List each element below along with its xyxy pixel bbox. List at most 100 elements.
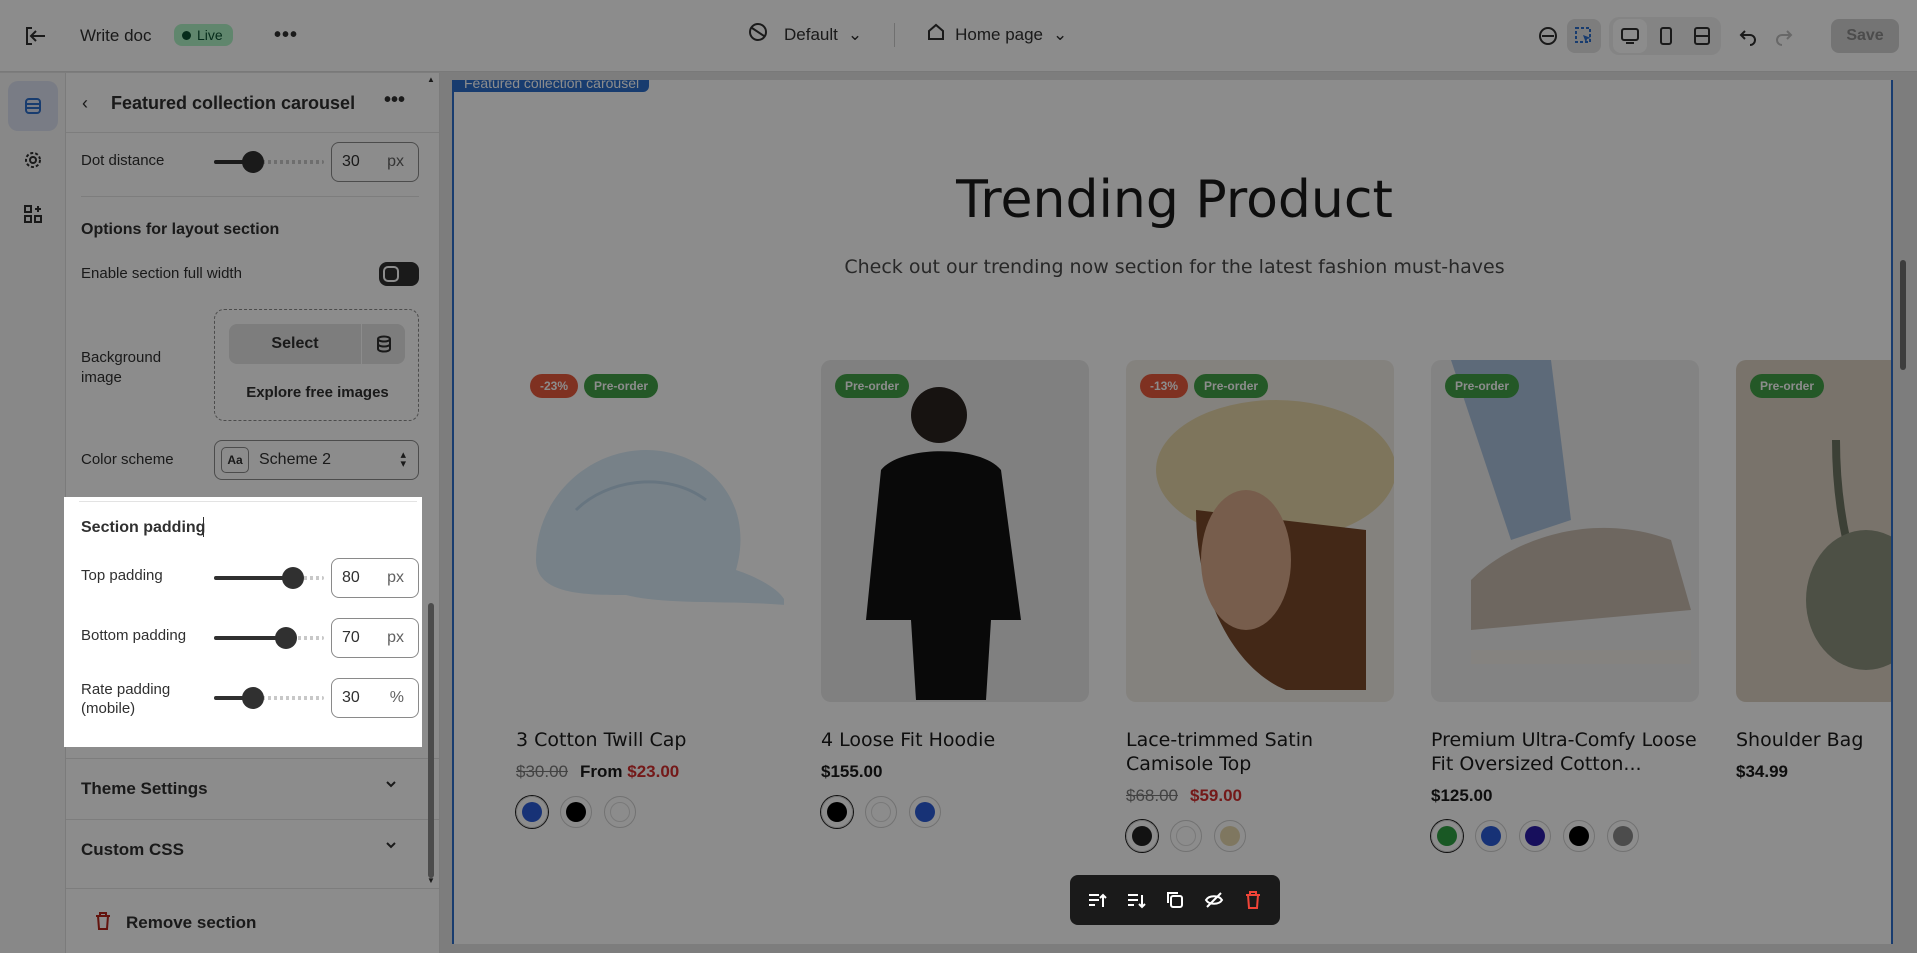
product-card[interactable]: -13% Pre-order Lace-trimmed Satin Camiso… (1126, 360, 1394, 852)
color-swatch[interactable] (1170, 820, 1202, 852)
swatch-color (827, 802, 847, 822)
dot-distance-slider[interactable] (214, 151, 324, 173)
swatch-color (1437, 826, 1457, 846)
product-title[interactable]: 3 Cotton Twill Cap (516, 728, 784, 752)
page-selector[interactable]: Home page ⌄ (955, 25, 1067, 45)
color-swatches (1126, 820, 1394, 852)
color-swatch[interactable] (1563, 820, 1595, 852)
color-swatch[interactable] (909, 796, 941, 828)
fullscreen-view-icon[interactable] (1685, 19, 1719, 53)
exit-icon[interactable] (22, 24, 48, 48)
color-swatch[interactable] (821, 796, 853, 828)
preorder-badge: Pre-order (835, 374, 910, 398)
color-swatch[interactable] (1475, 820, 1507, 852)
product-title[interactable]: Shoulder Bag (1736, 728, 1891, 752)
theme-selector[interactable]: Default ⌄ (784, 25, 862, 45)
move-down-icon[interactable] (1122, 886, 1150, 914)
save-button[interactable]: Save (1831, 19, 1899, 53)
product-card[interactable]: Pre-order Shoulder Bag $34.99 (1736, 360, 1891, 796)
custom-css-accordion[interactable]: Custom CSS (66, 819, 439, 879)
color-swatch[interactable] (1607, 820, 1639, 852)
sale-price: $23.00 (627, 762, 680, 781)
home-icon (927, 23, 945, 46)
redo-icon[interactable] (1767, 19, 1801, 53)
product-card[interactable]: Pre-order Premium Ultra-Comfy Loose Fit … (1431, 360, 1699, 852)
product-title[interactable]: Lace-trimmed Satin Camisole Top (1126, 728, 1394, 776)
product-title[interactable]: Premium Ultra-Comfy Loose Fit Oversized … (1431, 728, 1699, 776)
background-image-picker: Select Explore free images (214, 309, 419, 421)
color-scheme-select[interactable]: Aa Scheme 2 ▴ ▾ (214, 440, 419, 480)
more-actions-icon[interactable]: ••• (274, 24, 298, 47)
product-image[interactable]: -23% Pre-order (516, 360, 784, 702)
product-card[interactable]: -23% Pre-order 3 Cotton Twill Cap $30.00… (516, 360, 784, 828)
product-image[interactable]: Pre-order (1431, 360, 1699, 702)
sale-price: $59.00 (1190, 786, 1242, 805)
full-width-toggle[interactable] (379, 262, 419, 286)
chevron-down-icon: ⌄ (847, 24, 863, 44)
discount-badge: -13% (1140, 374, 1189, 398)
select-element-icon[interactable] (1567, 19, 1601, 53)
inspector-icon[interactable] (1531, 19, 1565, 53)
preorder-badge: Pre-order (1445, 374, 1520, 398)
color-swatches (1431, 820, 1699, 852)
slider-handle[interactable] (241, 151, 264, 173)
settings-gear-icon[interactable] (8, 135, 58, 185)
product-title[interactable]: 4 Loose Fit Hoodie (821, 728, 1089, 752)
swatch-color (1176, 826, 1196, 846)
theme-selector-label: Default (784, 24, 838, 44)
undo-icon[interactable] (1731, 19, 1765, 53)
duplicate-icon[interactable] (1161, 886, 1189, 914)
price-prefix: From (580, 762, 623, 781)
delete-icon[interactable] (1239, 886, 1267, 914)
remove-section-button[interactable]: Remove section (66, 888, 439, 953)
dot-distance-input[interactable]: 30 px (331, 142, 419, 182)
back-arrow-icon[interactable]: ‹ (82, 93, 88, 114)
swatch-color (1220, 826, 1240, 846)
preview-canvas: Featured collection carousel Trending Pr… (452, 80, 1893, 944)
more-options-icon[interactable]: ••• (384, 89, 405, 112)
database-icon[interactable] (361, 324, 405, 364)
product-price: $30.00 From $23.00 (516, 762, 784, 782)
sections-icon[interactable] (8, 81, 58, 131)
section-heading: Trending Product (956, 170, 1393, 230)
section-tag[interactable]: Featured collection carousel (454, 80, 650, 92)
select-image-button[interactable]: Select (229, 324, 405, 364)
product-image[interactable]: Pre-order (1736, 360, 1891, 702)
sidebar-rail (0, 73, 66, 953)
color-swatch[interactable] (865, 796, 897, 828)
color-swatch[interactable] (560, 796, 592, 828)
compare-price: $30.00 (516, 762, 568, 781)
product-badges: Pre-order (835, 374, 910, 398)
scroll-up-icon[interactable]: ▲ (427, 75, 435, 84)
mobile-view-icon[interactable] (1649, 19, 1683, 53)
trash-icon (94, 911, 112, 936)
apps-icon[interactable] (8, 189, 58, 239)
product-image[interactable]: Pre-order (821, 360, 1089, 702)
preview-scrollbar[interactable] (1897, 80, 1909, 944)
color-swatch[interactable] (1431, 820, 1463, 852)
color-swatch[interactable] (1126, 820, 1158, 852)
app-title: Write doc (80, 26, 152, 45)
scroll-down-icon[interactable]: ▼ (427, 876, 435, 885)
move-up-icon[interactable] (1083, 886, 1111, 914)
settings-panel: ‹ Featured collection carousel ••• Dot d… (66, 73, 440, 953)
scrollbar-thumb[interactable] (428, 603, 434, 878)
product-card[interactable]: Pre-order 4 Loose Fit Hoodie $155.00 (821, 360, 1089, 828)
color-swatch[interactable] (516, 796, 548, 828)
select-arrows-icon: ▴ ▾ (400, 449, 406, 470)
product-badges: Pre-order (1750, 374, 1825, 398)
hide-icon[interactable] (1200, 886, 1228, 914)
color-swatch[interactable] (1214, 820, 1246, 852)
scrollbar-thumb[interactable] (1900, 260, 1906, 370)
product-image[interactable]: -13% Pre-order (1126, 360, 1394, 702)
unit-label: px (387, 153, 404, 170)
panel-scrollbar[interactable]: ▲ ▼ (426, 73, 436, 888)
swatch-color (1613, 826, 1633, 846)
viewport-switcher (1609, 17, 1721, 55)
desktop-view-icon[interactable] (1613, 19, 1647, 53)
color-swatch[interactable] (1519, 820, 1551, 852)
swatch-color (1569, 826, 1589, 846)
theme-settings-accordion[interactable]: Theme Settings (66, 758, 439, 818)
color-swatch[interactable] (604, 796, 636, 828)
explore-free-images-link[interactable]: Explore free images (215, 384, 420, 401)
